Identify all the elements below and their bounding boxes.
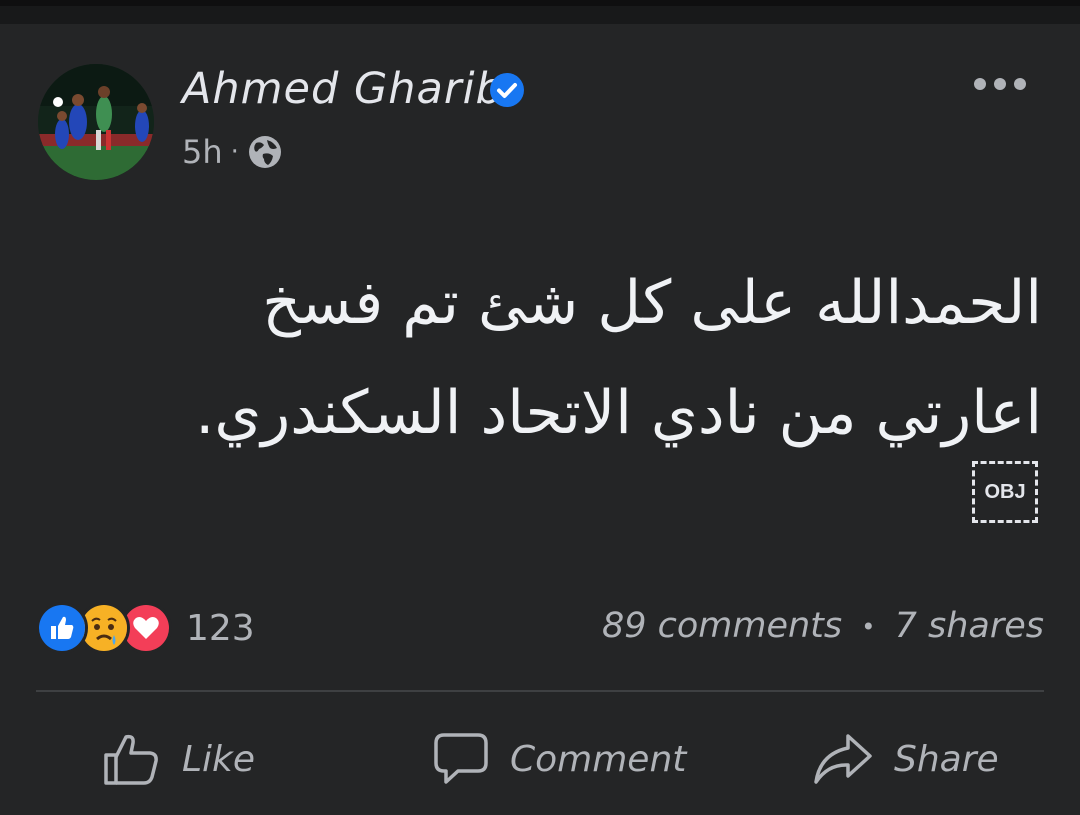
verified-badge-icon (490, 73, 524, 107)
top-strip (0, 0, 1080, 24)
top-strip-line (0, 0, 1080, 6)
post-text: الحمدالله على كل شئ تم فسخ اعارتي من ناد… (82, 248, 1042, 468)
avatar[interactable] (38, 64, 154, 180)
divider (36, 690, 1044, 692)
share-button[interactable]: Share (812, 724, 999, 794)
more-options-icon[interactable] (972, 72, 1028, 96)
like-reaction (36, 602, 88, 654)
share-label: Share (894, 738, 999, 780)
avatar-photo (38, 64, 154, 180)
comment-button[interactable]: Comment (432, 724, 686, 794)
post-time[interactable]: 5h (182, 133, 223, 171)
object-placeholder: OBJ (972, 461, 1038, 523)
globe-icon (248, 136, 281, 168)
like-label: Like (182, 738, 256, 780)
share-arrow-icon (814, 734, 872, 784)
stats-bullet: • (861, 613, 876, 641)
shares-count[interactable]: 7 shares (895, 606, 1044, 646)
reaction-count: 123 (186, 607, 255, 649)
like-button[interactable]: Like (102, 724, 255, 794)
comment-icon (434, 733, 488, 784)
post-text-line-1: الحمدالله على كل شئ تم فسخ (262, 268, 1042, 338)
like-icon (39, 605, 85, 651)
reactions-summary[interactable]: 123 (36, 600, 255, 656)
comments-count[interactable]: 89 comments (602, 606, 842, 646)
post-meta: 5h · (182, 132, 283, 172)
engagement-stats: 89 comments • 7 shares (602, 606, 1044, 646)
post-card: Ahmed Gharib 5h · الحمدالله على كل شئ تم… (0, 24, 1080, 815)
meta-separator: · (230, 137, 239, 167)
comment-label: Comment (510, 738, 687, 780)
author-name[interactable]: Ahmed Gharib (182, 64, 504, 114)
thumbs-up-icon (104, 734, 158, 785)
post-text-line-2: اعارتي من نادي الاتحاد السكندري. (195, 378, 1042, 448)
